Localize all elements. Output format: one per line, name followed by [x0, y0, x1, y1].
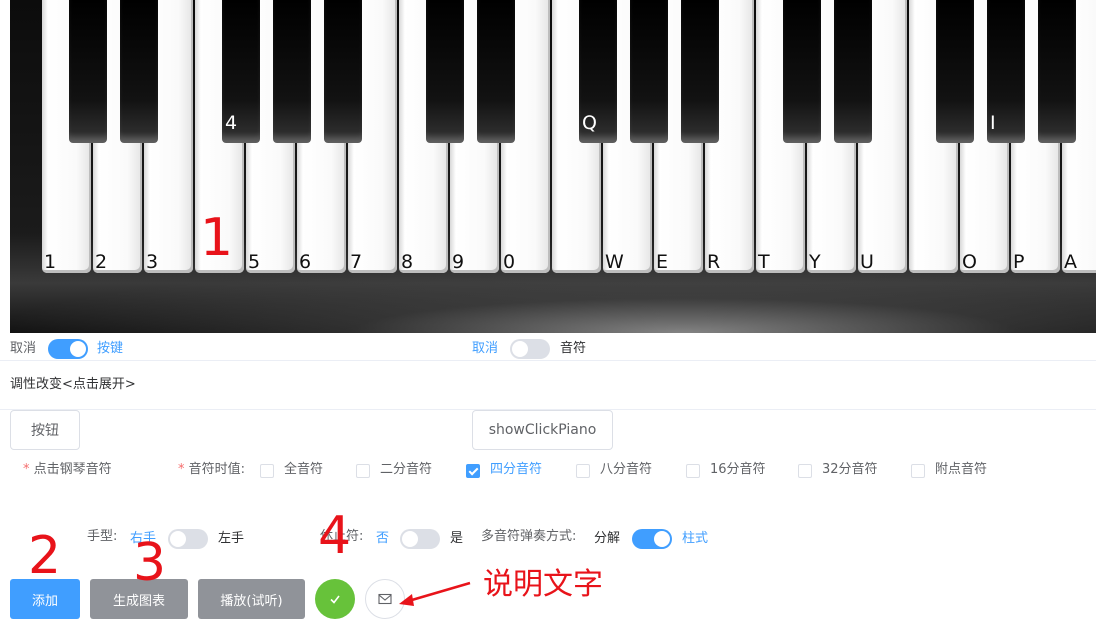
show-click-piano-button[interactable]: showClickPiano: [472, 410, 613, 450]
checkbox-quarter-note[interactable]: [466, 464, 480, 478]
chord-label: 柱式: [682, 531, 709, 546]
checkbox-sixteenth-note[interactable]: [686, 464, 700, 478]
white-key-label: Y: [809, 251, 821, 273]
black-key[interactable]: [273, 0, 311, 143]
checkbox-eighth-note[interactable]: [576, 464, 590, 478]
black-key[interactable]: [1038, 0, 1076, 143]
rest-toggle-switch[interactable]: [400, 529, 440, 549]
annotation-arrow-icon: [399, 581, 471, 606]
black-key[interactable]: [681, 0, 719, 143]
duration-form-label: * 音符时值:: [178, 462, 246, 477]
annotation-number-3: 3: [133, 533, 167, 593]
white-key-label: 0: [503, 251, 516, 273]
keys-toggle-switch[interactable]: [48, 339, 88, 359]
checkbox-whole-note[interactable]: [260, 464, 274, 478]
white-key-label: P: [1013, 251, 1025, 273]
white-key-label: 2: [95, 251, 108, 273]
black-key[interactable]: [324, 0, 362, 143]
checkbox-thirty-second-note[interactable]: [798, 464, 812, 478]
play-preview-button[interactable]: 播放(试听): [198, 579, 305, 619]
white-key-label: O: [962, 251, 977, 273]
black-key[interactable]: [834, 0, 872, 143]
black-key-label: 4: [225, 112, 238, 134]
notes-toggle-switch[interactable]: [510, 339, 550, 359]
white-key-label: 8: [401, 251, 414, 273]
rest-no-label: 否: [376, 531, 390, 546]
annotation-number-4: 4: [318, 506, 352, 566]
annotation-number-1: 1: [200, 208, 234, 268]
white-key-label: 3: [146, 251, 159, 273]
checkbox-half-note[interactable]: [356, 464, 370, 478]
black-key[interactable]: [630, 0, 668, 143]
black-key[interactable]: [120, 0, 158, 143]
hand-label: 手型:: [87, 529, 118, 544]
tonality-row: 调性改变<点击展开>: [0, 372, 1096, 410]
notes-label: 音符: [560, 341, 587, 356]
white-key-label: 6: [299, 251, 312, 273]
keys-label: 按键: [97, 341, 124, 356]
click-piano-form-label: * 点击钢琴音符: [23, 462, 112, 477]
cancel-label-left: 取消: [10, 341, 37, 356]
checkbox-dotted-note[interactable]: [911, 464, 925, 478]
rest-yes-label: 是: [450, 531, 464, 546]
cancel-label-right: 取消: [472, 341, 499, 356]
app-root: 1 2 3 5 6 7 8 9 0 W E R T Y U O P A 4 Q I 1 2 3 4 说明文字 取消 按键…: [0, 0, 1096, 635]
white-key-label: 7: [350, 251, 363, 273]
annotation-number-2: 2: [28, 526, 62, 586]
black-key[interactable]: [477, 0, 515, 143]
multi-note-toggle-switch[interactable]: [632, 529, 672, 549]
thirty-second-note-label: 32分音符: [822, 462, 878, 477]
piano-shine: [10, 263, 1096, 333]
hand-toggle-switch[interactable]: [168, 529, 208, 549]
white-key-label: 9: [452, 251, 465, 273]
black-key[interactable]: I: [987, 0, 1025, 143]
piano-keyboard: 1 2 3 5 6 7 8 9 0 W E R T Y U O P A 4 Q I: [10, 0, 1096, 333]
black-key[interactable]: [783, 0, 821, 143]
toggle-row: 取消 按键 取消 音符: [0, 337, 1096, 361]
black-key[interactable]: [426, 0, 464, 143]
black-key[interactable]: 4: [222, 0, 260, 143]
arpeggio-label: 分解: [594, 531, 621, 546]
button-button[interactable]: 按钮: [10, 410, 80, 450]
white-key-label: T: [758, 251, 770, 273]
white-key-label: A: [1064, 251, 1077, 273]
white-key-label: 1: [44, 251, 57, 273]
envelope-icon: [378, 593, 392, 605]
black-key-label: I: [990, 112, 996, 134]
sixteenth-note-label: 16分音符: [710, 462, 766, 477]
confirm-button[interactable]: [315, 579, 355, 619]
white-key-label: R: [707, 251, 721, 273]
annotation-caption: 说明文字: [483, 567, 603, 602]
black-key-label: Q: [582, 112, 597, 134]
eighth-note-label: 八分音符: [600, 462, 653, 477]
black-key[interactable]: [936, 0, 974, 143]
black-key[interactable]: [69, 0, 107, 143]
white-key-label: 5: [248, 251, 261, 273]
half-note-label: 二分音符: [380, 462, 433, 477]
quarter-note-label: 四分音符: [490, 462, 543, 477]
check-icon: [330, 595, 340, 604]
multi-note-mode-label: 多音符弹奏方式:: [481, 529, 577, 544]
black-key[interactable]: Q: [579, 0, 617, 143]
whole-note-label: 全音符: [284, 462, 324, 477]
white-key-label: W: [605, 251, 624, 273]
white-key-label: U: [860, 251, 874, 273]
dotted-note-label: 附点音符: [935, 462, 988, 477]
white-key-label: E: [656, 251, 669, 273]
tonality-toggle[interactable]: 调性改变<点击展开>: [10, 375, 136, 395]
left-hand-label: 左手: [218, 531, 245, 546]
